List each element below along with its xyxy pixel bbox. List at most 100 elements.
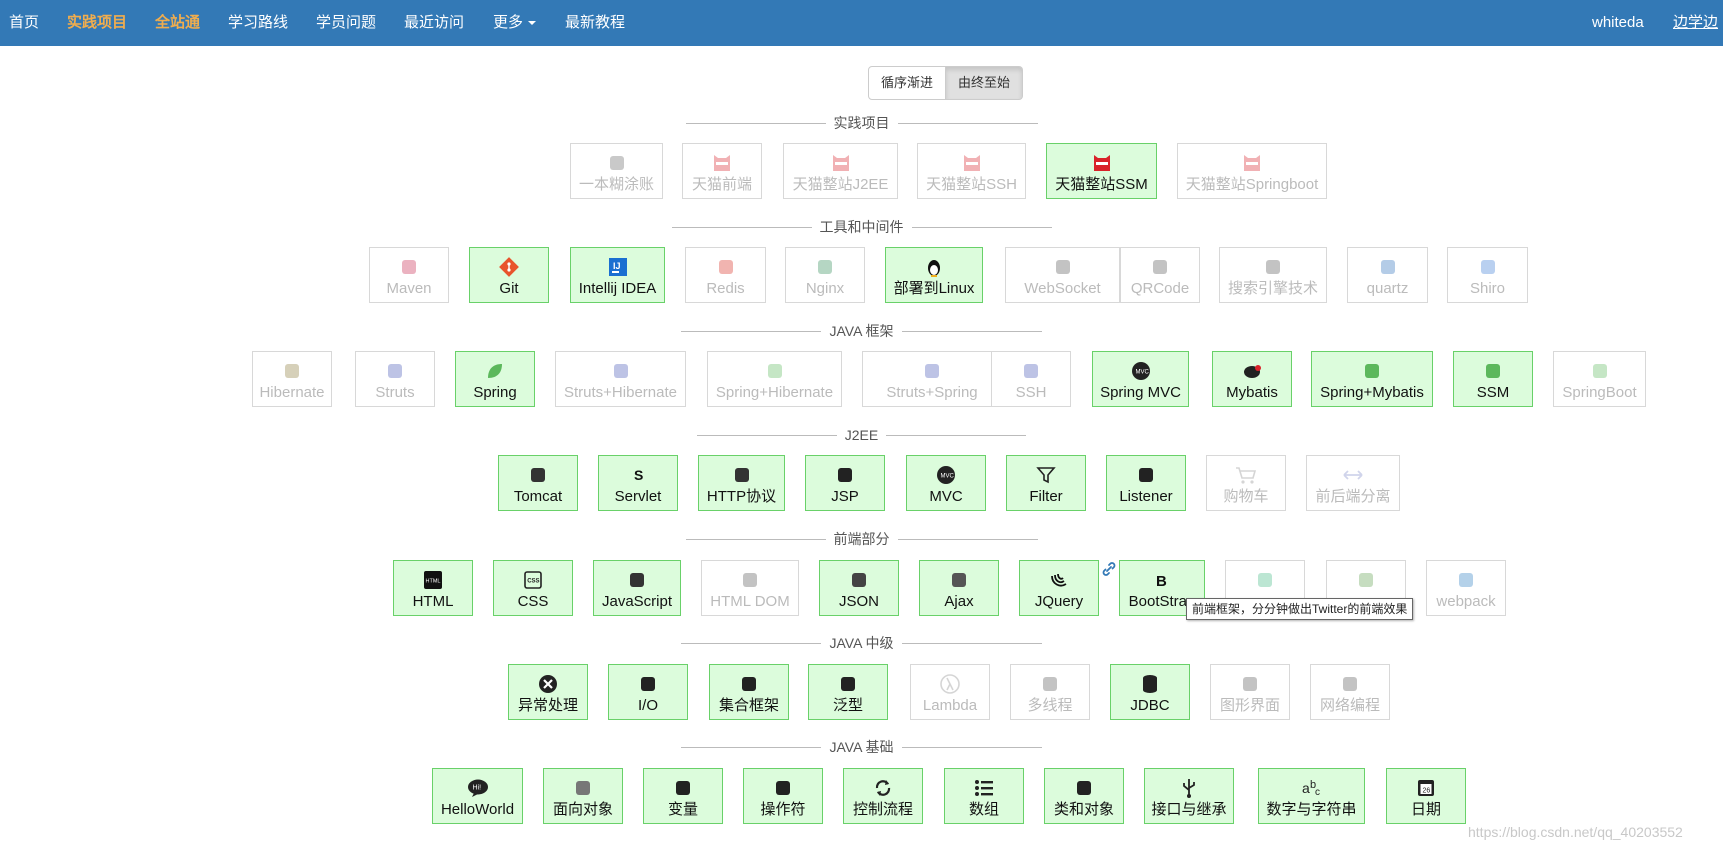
- topic-card[interactable]: WebSocket: [1005, 247, 1120, 303]
- topic-card[interactable]: Nginx: [785, 247, 865, 303]
- topic-card[interactable]: quartz: [1347, 247, 1428, 303]
- topic-card[interactable]: CSS CSS: [493, 560, 573, 616]
- javascript-icon: [594, 569, 680, 591]
- topic-card[interactable]: 天猫整站Springboot: [1177, 143, 1327, 199]
- topic-card[interactable]: Redis: [685, 247, 766, 303]
- topic-label: Servlet: [614, 488, 662, 505]
- topic-card[interactable]: 集合框架: [709, 664, 789, 720]
- topic-card[interactable]: Lambda: [910, 664, 990, 720]
- nav-more-dropdown[interactable]: 更多: [493, 0, 537, 46]
- section-title-text: J2EE: [844, 427, 879, 443]
- nav-full-site[interactable]: 全站通: [155, 0, 200, 46]
- topic-card[interactable]: 26 日期: [1386, 768, 1466, 824]
- topic-label: 泛型: [832, 697, 863, 714]
- topic-card[interactable]: 图形界面: [1210, 664, 1290, 720]
- divider: [671, 226, 812, 228]
- top-navbar: 首页 实践项目 全站通 学习路线 学员问题 最近访问 更多 最新教程 white…: [0, 0, 1723, 46]
- topic-card[interactable]: I/O: [608, 664, 688, 720]
- topic-card[interactable]: 操作符: [743, 768, 823, 824]
- section-title: J2EE: [0, 425, 1723, 445]
- topic-card[interactable]: JSP: [805, 455, 885, 511]
- svg-text:CSS: CSS: [527, 579, 539, 585]
- topic-card[interactable]: HTML HTML: [393, 560, 473, 616]
- topic-card[interactable]: Spring: [455, 351, 535, 407]
- topic-label: HTML: [412, 593, 454, 610]
- array-list-icon: [945, 777, 1023, 799]
- topic-card[interactable]: QRCode: [1120, 247, 1200, 303]
- topic-card[interactable]: 多线程: [1010, 664, 1090, 720]
- topic-card[interactable]: HTTP协议: [698, 455, 785, 511]
- topic-card[interactable]: 一本糊涂账: [570, 143, 663, 199]
- toggle-reverse[interactable]: 由终至始: [946, 66, 1024, 100]
- topic-card[interactable]: Maven: [369, 247, 449, 303]
- nav-username[interactable]: whiteda: [1592, 0, 1644, 46]
- topic-card[interactable]: SSM: [1453, 351, 1533, 407]
- topic-label: Ajax: [944, 593, 974, 610]
- topic-card[interactable]: 天猫整站SSM: [1046, 143, 1157, 199]
- section-row: Hi! HelloWorld 面向对象 变量 操作符 控制流程 数组 类和对象 接口与继承 a b c…: [0, 768, 1723, 826]
- topic-card[interactable]: 前后端分离: [1306, 455, 1400, 511]
- nav-learn-link[interactable]: 边学边: [1673, 0, 1718, 46]
- topic-card[interactable]: Hibernate: [252, 351, 332, 407]
- topic-label: HTML DOM: [710, 593, 790, 610]
- nav-student-questions[interactable]: 学员问题: [316, 0, 376, 46]
- topic-card[interactable]: Mybatis: [1212, 351, 1292, 407]
- topic-card[interactable]: Tomcat: [498, 455, 578, 511]
- topic-card[interactable]: JSON: [819, 560, 899, 616]
- spring-leaf-icon: [456, 360, 534, 382]
- nav-home[interactable]: 首页: [9, 0, 39, 46]
- topic-card[interactable]: SpringBoot: [1553, 351, 1646, 407]
- nav-recent-visits[interactable]: 最近访问: [404, 0, 464, 46]
- topic-card[interactable]: Struts: [355, 351, 435, 407]
- topic-card[interactable]: 搜索引擎技术: [1219, 247, 1327, 303]
- topic-card[interactable]: Struts+Hibernate: [555, 351, 686, 407]
- section-title: JAVA 框架: [0, 321, 1723, 341]
- topic-card[interactable]: Hi! HelloWorld: [432, 768, 523, 824]
- topic-label: 数组: [968, 801, 999, 818]
- topic-card[interactable]: SSH: [991, 351, 1071, 407]
- topic-card[interactable]: JDBC: [1110, 664, 1190, 720]
- operator-icon: [744, 777, 822, 799]
- divider: [897, 122, 1038, 124]
- topic-card[interactable]: 控制流程: [843, 768, 923, 824]
- topic-card[interactable]: Git: [469, 247, 549, 303]
- nav-practice-projects[interactable]: 实践项目: [67, 0, 127, 46]
- topic-card[interactable]: 面向对象: [543, 768, 623, 824]
- gui-icon: [1211, 673, 1289, 695]
- topic-card[interactable]: 部署到Linux: [885, 247, 983, 303]
- topic-card[interactable]: webpack: [1426, 560, 1506, 616]
- topic-card[interactable]: Listener: [1106, 455, 1186, 511]
- topic-card[interactable]: 接口与继承: [1144, 768, 1234, 824]
- topic-card[interactable]: a b c 数字与字符串: [1258, 768, 1365, 824]
- toggle-sequential[interactable]: 循序渐进: [868, 66, 947, 100]
- topic-card[interactable]: IJ Intellij IDEA: [570, 247, 665, 303]
- nav-learning-path[interactable]: 学习路线: [228, 0, 288, 46]
- topic-card[interactable]: Spring+Hibernate: [707, 351, 842, 407]
- topic-card[interactable]: 天猫整站J2EE: [783, 143, 898, 199]
- topic-card[interactable]: 网络编程: [1310, 664, 1390, 720]
- topic-card[interactable]: Struts+Spring: [862, 351, 1002, 407]
- topic-card[interactable]: Shiro: [1447, 247, 1528, 303]
- filter-icon: [1007, 464, 1085, 486]
- topic-card[interactable]: S Servlet: [598, 455, 678, 511]
- topic-card[interactable]: 变量: [643, 768, 723, 824]
- topic-card[interactable]: MVC Spring MVC: [1092, 351, 1189, 407]
- topic-label: I/O: [637, 697, 658, 714]
- topic-card[interactable]: 数组: [944, 768, 1024, 824]
- topic-card[interactable]: MVC MVC: [906, 455, 986, 511]
- topic-label: Hibernate: [259, 384, 325, 401]
- topic-card[interactable]: 天猫整站SSH: [917, 143, 1026, 199]
- topic-card[interactable]: 异常处理: [508, 664, 588, 720]
- topic-card[interactable]: HTML DOM: [701, 560, 799, 616]
- topic-card[interactable]: 类和对象: [1044, 768, 1124, 824]
- topic-card[interactable]: 天猫前端: [682, 143, 762, 199]
- topic-card[interactable]: JavaScript: [593, 560, 681, 616]
- topic-card[interactable]: Filter: [1006, 455, 1086, 511]
- topic-card[interactable]: JQuery: [1019, 560, 1099, 616]
- dom-tree-icon: [702, 569, 798, 591]
- topic-card[interactable]: Ajax: [919, 560, 999, 616]
- topic-card[interactable]: 泛型: [808, 664, 888, 720]
- topic-card[interactable]: 购物车: [1206, 455, 1286, 511]
- nav-latest-tutorials[interactable]: 最新教程: [565, 0, 625, 46]
- topic-card[interactable]: Spring+Mybatis: [1311, 351, 1433, 407]
